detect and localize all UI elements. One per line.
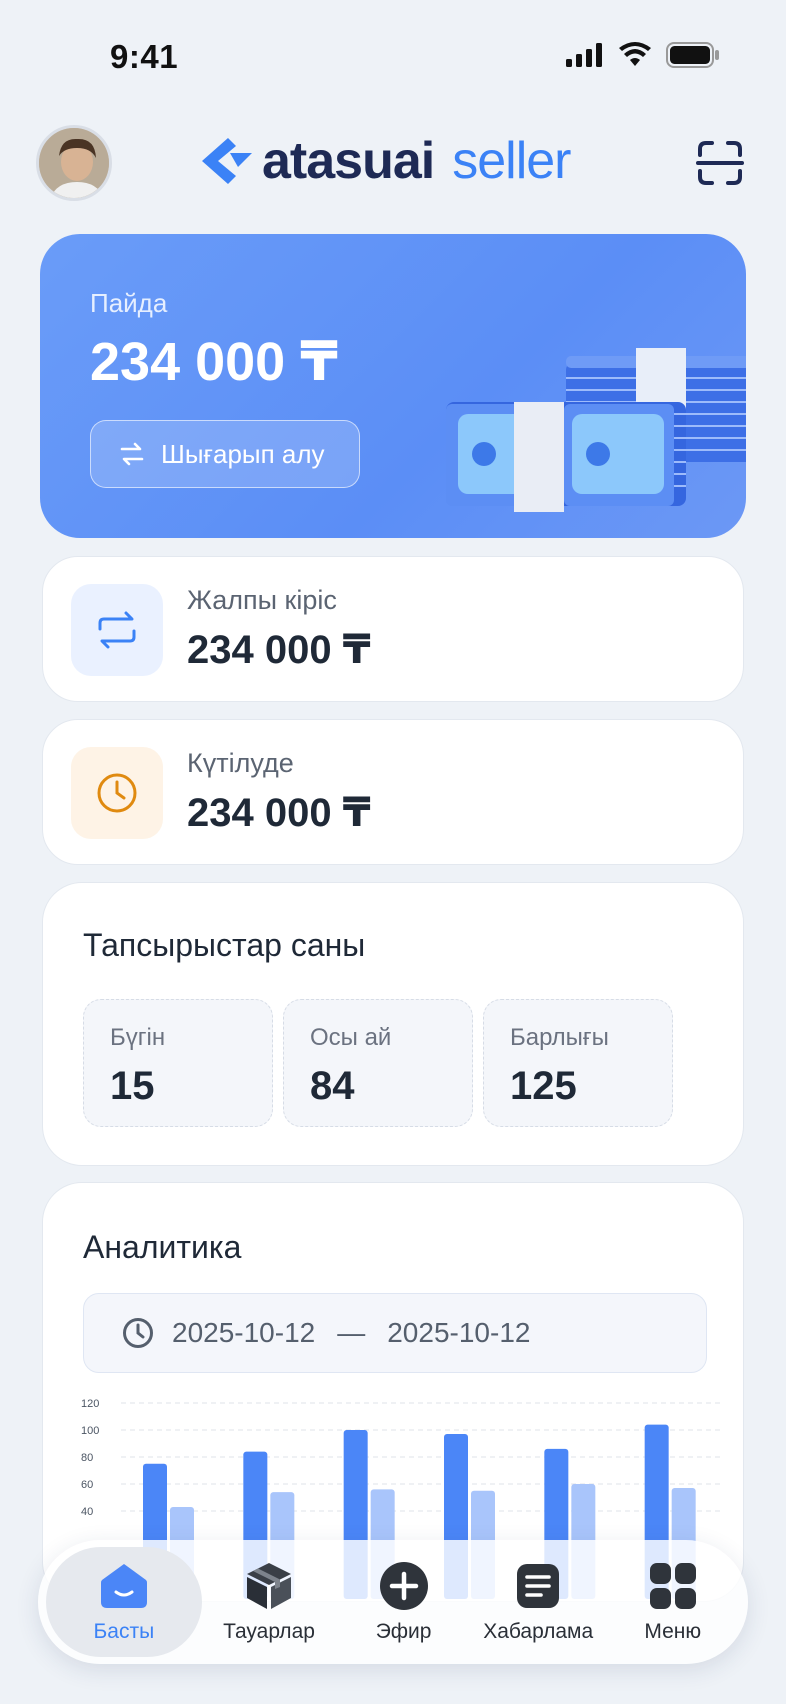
withdraw-label: Шығарып алу xyxy=(161,438,325,469)
avatar[interactable] xyxy=(36,125,112,201)
logo-text: atasuai xyxy=(262,132,435,190)
nav-label: Хабарлама xyxy=(483,1620,594,1643)
orders-today-label: Бүгін xyxy=(110,1024,166,1051)
menu-grid-icon xyxy=(649,1563,696,1609)
analytics-card: Аналитика 2025-10-12 — 2025-10-12 120 100… xyxy=(42,1182,744,1602)
plus-circle-icon xyxy=(379,1562,428,1610)
orders-total-label: Барлығы xyxy=(510,1024,609,1051)
clock-icon xyxy=(123,1318,153,1348)
bottom-nav: Басты Тауарлар Эфир Хабарлама Меню xyxy=(38,1540,748,1664)
nav-menu[interactable]: Меню xyxy=(605,1547,740,1657)
logo-seller-text: seller xyxy=(452,132,571,190)
wifi-icon xyxy=(619,42,651,66)
pending-card[interactable]: Күтілуде 234 000 ₸ xyxy=(42,719,744,865)
orders-month-value: 84 xyxy=(310,1064,355,1108)
app-logo: atasuai seller xyxy=(200,131,571,191)
withdraw-button[interactable]: Шығарып алу xyxy=(90,420,360,488)
y-tick-label: 120 xyxy=(81,1399,99,1410)
stat-value: 234 000 ₸ xyxy=(187,628,371,672)
date-to: 2025-10-12 xyxy=(387,1317,531,1348)
status-icons xyxy=(566,42,720,68)
stat-label: Жалпы кіріс xyxy=(187,585,337,615)
money-stack-image xyxy=(446,348,746,512)
status-time: 9:41 xyxy=(110,38,179,75)
orders-total-value: 125 xyxy=(510,1064,577,1108)
orders-today-value: 15 xyxy=(110,1064,155,1108)
transfer-icon xyxy=(98,611,136,649)
stat-label: Күтілуде xyxy=(187,748,294,778)
box-icon xyxy=(247,1563,291,1609)
profit-amount: 234 000 ₸ xyxy=(90,332,338,392)
nav-products[interactable]: Тауарлар xyxy=(202,1547,337,1657)
nav-label: Меню xyxy=(644,1620,702,1643)
orders-month-box[interactable]: Осы ай 84 xyxy=(283,999,473,1127)
nav-home[interactable]: Басты xyxy=(46,1547,202,1657)
scan-button[interactable] xyxy=(696,139,744,187)
nav-label: Эфир xyxy=(375,1620,432,1643)
stat-value: 234 000 ₸ xyxy=(187,791,371,835)
total-income-card[interactable]: Жалпы кіріс 234 000 ₸ xyxy=(42,556,744,702)
profit-label: Пайда xyxy=(90,288,168,318)
home-icon xyxy=(100,1564,147,1608)
orders-today-box[interactable]: Бүгін 15 xyxy=(83,999,273,1127)
date-from: 2025-10-12 xyxy=(172,1317,316,1348)
orders-card: Тапсырыстар саны Бүгін 15 Осы ай 84 Барл… xyxy=(42,882,744,1166)
swap-icon xyxy=(120,442,144,466)
signal-icon xyxy=(566,43,602,67)
y-tick-label: 60 xyxy=(81,1479,93,1491)
clock-icon xyxy=(97,773,137,813)
scan-icon xyxy=(696,141,744,185)
analytics-title: Аналитика xyxy=(83,1229,242,1265)
logo-mark-icon xyxy=(202,138,252,184)
orders-title: Тапсырыстар саны xyxy=(83,927,366,963)
y-tick-label: 40 xyxy=(81,1506,93,1518)
orders-month-label: Осы ай xyxy=(310,1024,392,1051)
date-range-picker[interactable]: 2025-10-12 — 2025-10-12 xyxy=(83,1293,707,1373)
y-tick-label: 80 xyxy=(81,1452,93,1464)
nav-live[interactable]: Эфир xyxy=(336,1547,471,1657)
nav-messages[interactable]: Хабарлама xyxy=(471,1547,606,1657)
stat-icon-box xyxy=(71,584,163,676)
date-separator: — xyxy=(337,1317,366,1348)
stat-icon-box xyxy=(71,747,163,839)
profit-card: Пайда 234 000 ₸ Шығарып алу xyxy=(40,234,746,538)
orders-total-box[interactable]: Барлығы 125 xyxy=(483,999,673,1127)
app-header: atasuai seller xyxy=(0,125,786,205)
message-icon xyxy=(517,1564,560,1608)
battery-icon xyxy=(666,42,719,68)
nav-label: Басты xyxy=(93,1620,155,1643)
y-tick-label: 100 xyxy=(81,1425,99,1437)
nav-label: Тауарлар xyxy=(223,1620,315,1643)
status-bar: 9:41 xyxy=(0,0,786,110)
